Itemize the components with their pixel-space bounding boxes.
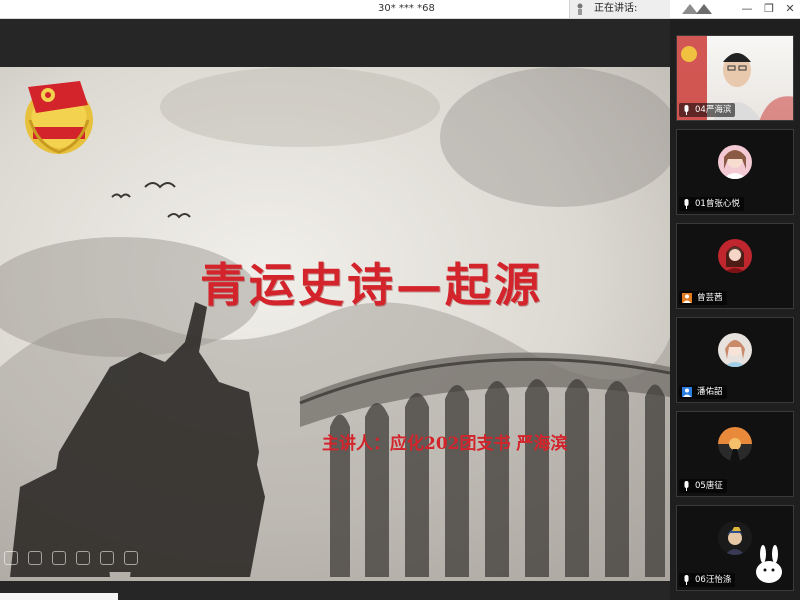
speaker-icon [577,3,583,15]
more-icon[interactable] [124,551,139,565]
avatar [718,427,752,461]
slide-toolbar [4,547,154,569]
participant-tile[interactable]: 05唐征 [676,411,794,497]
avatar [718,145,752,179]
next-slide-icon[interactable] [28,551,43,565]
user-icon [682,387,692,397]
mic-icon [684,575,689,585]
participant-tile[interactable]: 潘佑韶 [676,317,794,403]
youth-league-emblem-icon [25,81,93,154]
pen-icon[interactable] [52,551,67,565]
participant-tile[interactable]: 04严海滨 [676,35,794,121]
bottom-status-strip [0,593,118,600]
rabbit-sticker-icon [756,545,782,583]
menu-icon[interactable] [100,551,115,565]
user-icon [682,293,692,303]
avatar [718,521,752,555]
participant-panel: 04严海滨 01曾张心悦 曾芸茜 潘佑韶 05唐征 06汪怡涤 [670,19,800,600]
mic-icon [684,199,689,209]
mic-icon [684,481,689,491]
participant-tile[interactable]: 曾芸茜 [676,223,794,309]
participant-name: 曾芸茜 [679,291,727,305]
mic-icon [684,105,689,115]
previous-slide-icon[interactable] [4,551,18,565]
restore-button[interactable]: ❐ [758,0,780,18]
shared-screen: 青运史诗—起源 主讲人：应化202团支书 严海滨 [0,19,670,600]
participant-name: 04严海滨 [679,103,736,117]
participant-tile[interactable]: 01曾张心悦 [676,129,794,215]
slide-title: 青运史诗—起源 [200,258,543,312]
zoom-icon[interactable] [76,551,91,565]
meeting-id: 30* *** *68 [378,3,435,14]
participant-name: 潘佑韶 [679,385,727,399]
avatar [718,333,752,367]
close-button[interactable]: ✕ [779,0,800,18]
presentation-slide: 青运史诗—起源 主讲人：应化202团支书 严海滨 [0,67,670,581]
participant-name: 06汪怡涤 [679,573,736,587]
speaking-indicator: 正在讲话: [569,0,670,18]
participant-name: 05唐征 [679,479,727,493]
slide-background-art [0,67,670,581]
speaking-label: 正在讲话: [594,3,638,14]
title-bar: 30* *** *68 正在讲话: — ❐ ✕ [0,0,800,19]
minimize-button[interactable]: — [736,0,758,18]
participant-tile[interactable]: 06汪怡涤 [676,505,794,591]
speaker-line: 主讲人：应化202团支书 严海滨 [322,434,568,454]
participant-name: 01曾张心悦 [679,197,744,211]
avatar [718,239,752,273]
layout-toggle-icon[interactable] [678,1,718,17]
